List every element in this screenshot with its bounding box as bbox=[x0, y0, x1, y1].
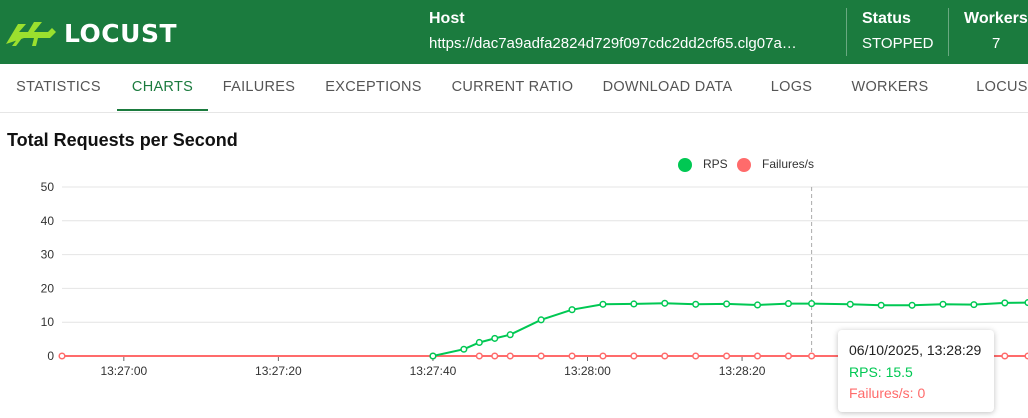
tab-workers[interactable]: WORKERS bbox=[836, 64, 944, 112]
data-point bbox=[846, 300, 854, 308]
x-tick-label: 13:27:40 bbox=[410, 364, 457, 378]
status-info: Status STOPPED bbox=[862, 0, 942, 64]
legend-marker bbox=[678, 158, 692, 172]
y-tick-label: 30 bbox=[41, 248, 55, 262]
tooltip-date: 06/10/2025, 13:28:29 bbox=[849, 342, 982, 358]
data-point bbox=[460, 345, 468, 353]
y-tick-label: 10 bbox=[41, 315, 55, 329]
data-point bbox=[661, 352, 669, 360]
data-point bbox=[506, 352, 514, 360]
data-point bbox=[808, 300, 816, 308]
data-point bbox=[568, 352, 576, 360]
workers-info: Workers 7 bbox=[964, 0, 1028, 64]
locust-logo[interactable]: LOCUST bbox=[4, 18, 177, 48]
x-tick-label: 13:28:20 bbox=[719, 364, 766, 378]
data-point bbox=[908, 301, 916, 309]
workers-label: Workers bbox=[964, 10, 1028, 27]
tab-statistics[interactable]: STATISTICS bbox=[0, 64, 117, 112]
data-point bbox=[475, 338, 483, 347]
tab-failures[interactable]: FAILURES bbox=[208, 64, 310, 112]
tab-current-ratio[interactable]: CURRENT RATIO bbox=[437, 64, 588, 112]
data-point bbox=[753, 301, 762, 309]
data-point bbox=[723, 300, 731, 308]
app-name: LOCUST bbox=[64, 18, 177, 48]
data-point bbox=[491, 352, 499, 360]
data-point bbox=[537, 352, 545, 360]
y-tick-label: 40 bbox=[41, 214, 55, 228]
data-point bbox=[475, 352, 483, 360]
data-point bbox=[1001, 352, 1009, 360]
app-header: LOCUST Host https://dac7a9adfa2824d729f0… bbox=[0, 0, 1028, 64]
locust-icon bbox=[6, 22, 56, 46]
data-point bbox=[970, 301, 978, 309]
data-point bbox=[537, 316, 545, 324]
data-point bbox=[692, 300, 700, 308]
workers-value: 7 bbox=[992, 35, 1001, 52]
data-point bbox=[568, 306, 576, 314]
data-point bbox=[599, 352, 607, 360]
data-point bbox=[877, 301, 885, 309]
chart-title: Total Requests per Second bbox=[7, 130, 238, 150]
x-tick-label: 13:28:00 bbox=[564, 364, 611, 378]
data-point bbox=[1001, 299, 1009, 307]
data-point bbox=[753, 352, 762, 360]
host-info: Host https://dac7a9adfa2824d729f097cdc2d… bbox=[429, 0, 839, 64]
tab-logs[interactable]: LOGS bbox=[747, 64, 836, 112]
legend-label: Failures/s bbox=[762, 157, 814, 171]
header-divider bbox=[846, 8, 847, 56]
data-point bbox=[692, 352, 700, 360]
header-divider bbox=[948, 8, 949, 56]
data-point bbox=[723, 352, 731, 360]
status-label: Status bbox=[862, 10, 911, 27]
data-point bbox=[808, 352, 816, 360]
tooltip-failures: Failures/s: 0 bbox=[849, 385, 926, 401]
data-point bbox=[630, 352, 638, 360]
tab-exceptions[interactable]: EXCEPTIONS bbox=[310, 64, 437, 112]
data-point bbox=[784, 352, 792, 360]
host-value: https://dac7a9adfa2824d729f097cdc2dd2cf6… bbox=[429, 35, 797, 52]
x-tick-label: 13:27:20 bbox=[255, 364, 302, 378]
data-point bbox=[784, 300, 792, 308]
active-tab-indicator bbox=[117, 109, 208, 111]
tab-locust-cloud[interactable]: LOCUST C bbox=[944, 64, 1028, 112]
y-tick-label: 20 bbox=[41, 281, 55, 295]
legend-marker bbox=[737, 158, 751, 172]
x-tick-label: 13:27:00 bbox=[100, 364, 147, 378]
y-tick-label: 0 bbox=[47, 349, 54, 363]
data-point bbox=[58, 352, 66, 360]
y-tick-label: 50 bbox=[41, 180, 55, 194]
tab-charts[interactable]: CHARTS bbox=[117, 64, 208, 112]
data-point bbox=[661, 299, 669, 307]
data-point bbox=[491, 334, 499, 342]
chart-tooltip: 06/10/2025, 13:28:29 RPS: 15.5 Failures/… bbox=[838, 330, 994, 412]
tab-download-data[interactable]: DOWNLOAD DATA bbox=[588, 64, 747, 112]
data-point bbox=[599, 300, 607, 308]
data-point bbox=[506, 331, 514, 339]
status-value: STOPPED bbox=[862, 35, 934, 52]
host-label: Host bbox=[429, 10, 465, 27]
tab-bar: STATISTICS CHARTS FAILURES EXCEPTIONS CU… bbox=[0, 64, 1028, 113]
data-point bbox=[939, 300, 947, 308]
legend-label: RPS bbox=[703, 157, 728, 171]
data-point bbox=[429, 352, 437, 360]
data-point bbox=[630, 300, 638, 308]
tooltip-rps: RPS: 15.5 bbox=[849, 364, 913, 380]
